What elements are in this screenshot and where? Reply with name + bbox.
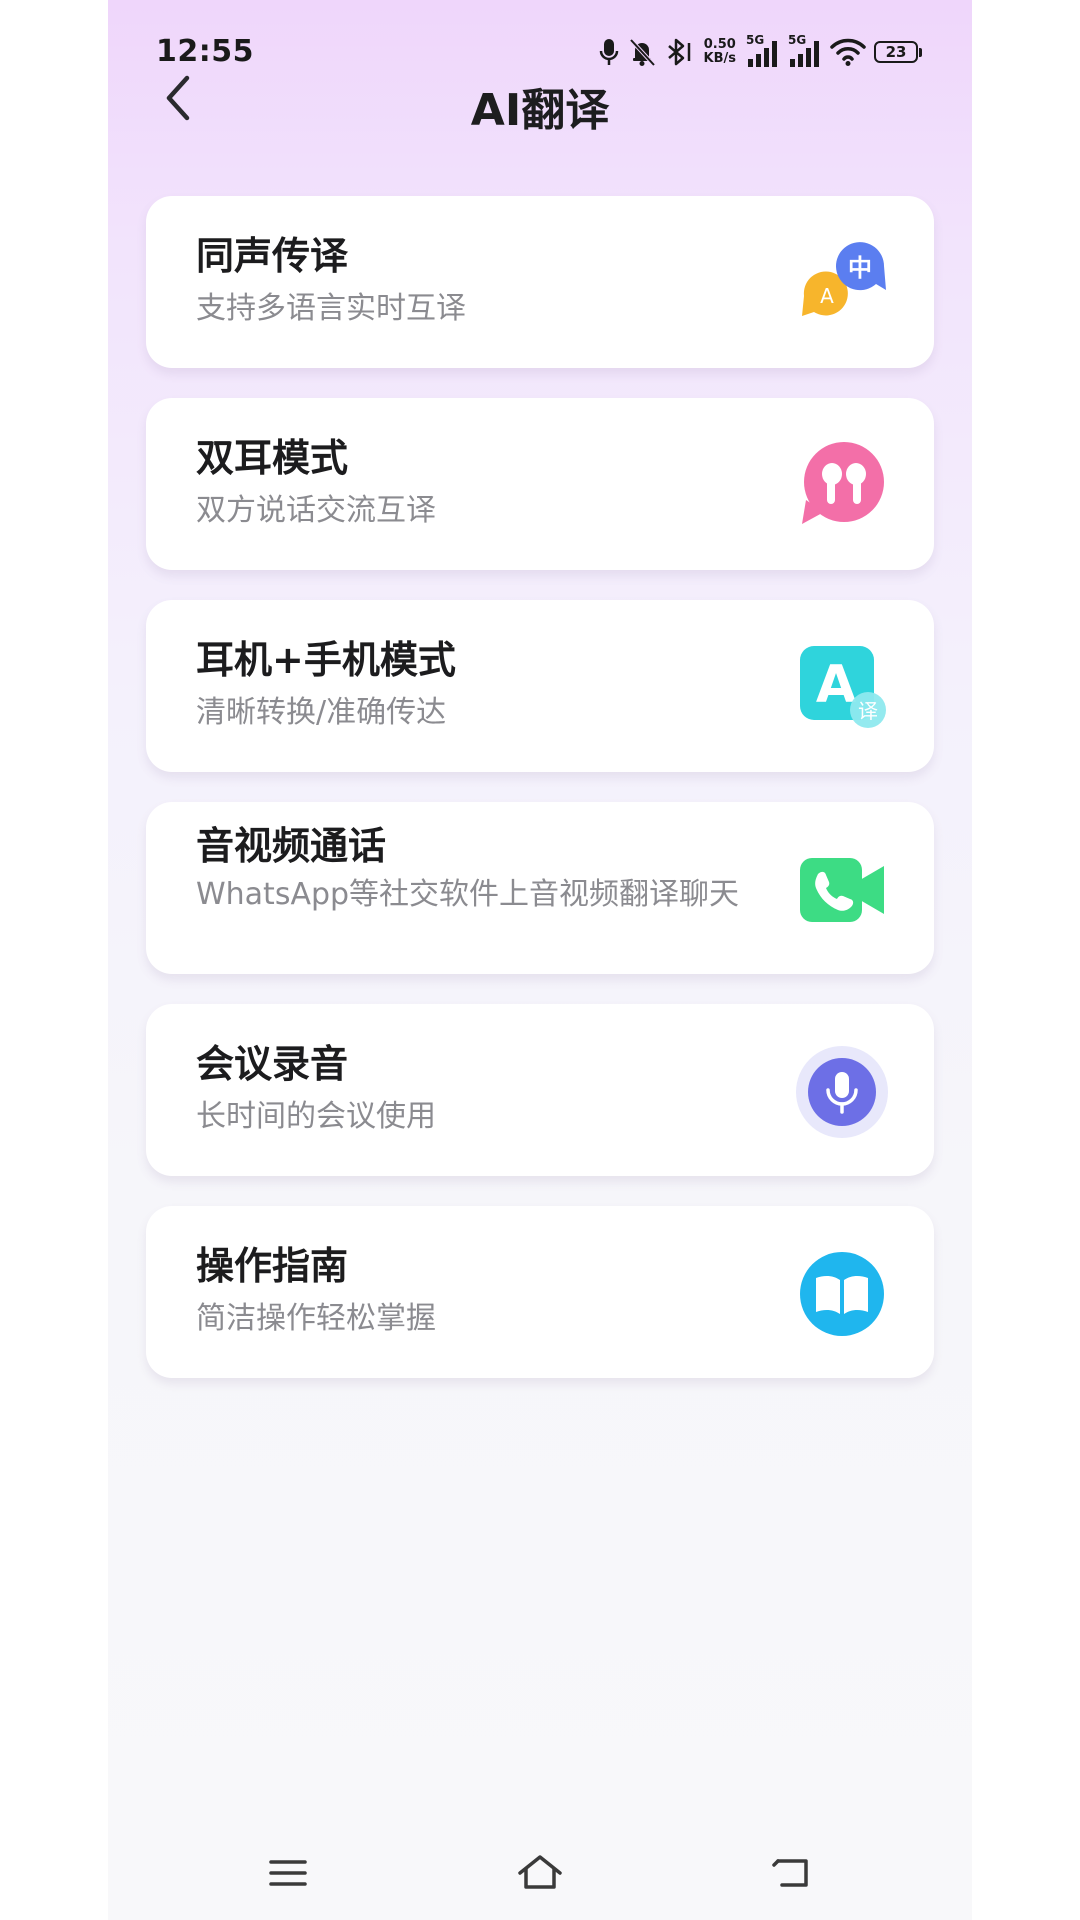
earbuds-icon <box>796 440 888 532</box>
svg-text:译: 译 <box>858 699 878 723</box>
card-dual-ear-mode[interactable]: 双耳模式 双方说话交流互译 <box>146 398 934 570</box>
card-simultaneous-interpretation[interactable]: 同声传译 支持多语言实时互译 A 中 <box>146 196 934 368</box>
network-speed-value: 0.50 <box>703 37 736 52</box>
svg-text:A: A <box>816 655 856 715</box>
card-user-guide[interactable]: 操作指南 简洁操作轻松掌握 <box>146 1206 934 1378</box>
card-meeting-recording[interactable]: 会议录音 长时间的会议使用 <box>146 1004 934 1176</box>
battery-level: 23 <box>885 43 907 61</box>
svg-text:中: 中 <box>848 254 872 282</box>
menu-icon <box>268 1857 308 1893</box>
microphone-icon <box>796 1046 888 1138</box>
battery-tip <box>919 47 922 57</box>
card-earphone-phone-mode[interactable]: 耳机+手机模式 清晰转换/准确传达 A 译 <box>146 600 934 772</box>
card-title: 同声传译 <box>196 234 349 278</box>
card-title: 双耳模式 <box>196 436 349 480</box>
book-icon <box>796 1248 888 1340</box>
card-desc: 支持多语言实时互译 <box>196 291 466 326</box>
feature-list: 同声传译 支持多语言实时互译 A 中 双耳模式 双方说话交流互译 耳机+手机模式… <box>146 196 934 1408</box>
signal-label: 5G <box>746 33 765 47</box>
screen: 12:55 0.50 KB/s 5G 5G 23 AI翻译 同声传译 支持多语言… <box>108 0 972 1920</box>
page-title: AI翻译 <box>470 85 610 136</box>
card-title: 耳机+手机模式 <box>196 638 456 682</box>
video-call-icon <box>796 844 888 936</box>
chat-translate-icon: A 中 <box>796 238 888 330</box>
card-av-call[interactable]: 音视频通话 WhatsApp等社交软件上音视频翻译聊天 <box>146 802 934 974</box>
card-desc: 双方说话交流互译 <box>196 493 436 528</box>
signal-label-secondary: 5G <box>788 33 807 47</box>
home-icon <box>516 1853 564 1897</box>
svg-text:A: A <box>820 284 834 308</box>
card-title: 操作指南 <box>196 1244 349 1288</box>
navigation-bar <box>108 1820 972 1920</box>
card-desc: 长时间的会议使用 <box>196 1099 436 1134</box>
card-desc: 简洁操作轻松掌握 <box>196 1301 436 1336</box>
back-icon <box>772 1855 812 1895</box>
card-title: 音视频通话 <box>196 824 387 868</box>
header: AI翻译 <box>108 60 972 140</box>
card-desc: 清晰转换/准确传达 <box>196 695 447 730</box>
system-back-button[interactable] <box>762 1850 822 1900</box>
card-title: 会议录音 <box>196 1042 349 1086</box>
home-button[interactable] <box>510 1850 570 1900</box>
card-desc: WhatsApp等社交软件上音视频翻译聊天 <box>196 877 740 912</box>
letter-a-translate-icon: A 译 <box>796 642 888 734</box>
menu-button[interactable] <box>258 1850 318 1900</box>
